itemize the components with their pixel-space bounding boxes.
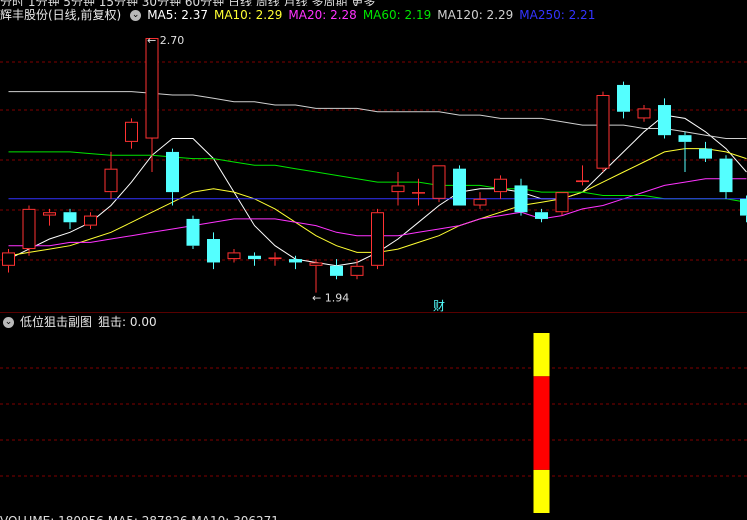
- candle-body: [658, 105, 671, 136]
- indicator-name[interactable]: 低位狙击副图: [20, 315, 92, 329]
- candle: [186, 215, 200, 250]
- candle: [125, 118, 138, 149]
- candle-body: [2, 252, 15, 266]
- sub-chart-grid: [0, 367, 747, 477]
- ma-legend-item: MA5: 2.37: [147, 8, 208, 22]
- ma-legend: MA5: 2.37 MA10: 2.29 MA20: 2.28 MA60: 2.19 M…: [147, 8, 601, 22]
- candle-body: [740, 198, 747, 216]
- candle-body: [63, 212, 77, 223]
- candle-body: [227, 252, 241, 260]
- candle-body: [699, 148, 712, 159]
- indicator-value: 狙击: 0.00: [98, 315, 157, 329]
- candle-body: [145, 38, 159, 139]
- candle: [740, 195, 747, 223]
- candle-body: [43, 212, 56, 216]
- price-annotation: ← 2.70: [147, 34, 184, 47]
- candle-body: [207, 239, 220, 263]
- candle-body: [555, 192, 569, 213]
- ma-legend-item: MA250: 2.21: [519, 8, 596, 22]
- sniper-bar-segment: [533, 376, 550, 470]
- candle-body: [391, 185, 405, 193]
- candle-body: [535, 212, 548, 219]
- candle: [166, 148, 179, 206]
- candle: [494, 175, 507, 199]
- candle-body: [412, 192, 425, 194]
- candle-body: [166, 151, 179, 193]
- stock-title[interactable]: 辉丰股份(日线,前复权): [0, 8, 121, 22]
- chart-canvas: ← 2.70 ← 1.94 财: [0, 34, 747, 513]
- candle: [391, 172, 405, 206]
- main-chart-header: 辉丰股份(日线,前复权) ⌄ MA5: 2.37 MA10: 2.29 MA20: 2.…: [0, 6, 747, 24]
- sniper-indicator-bars: [533, 333, 550, 513]
- candle: [555, 192, 569, 216]
- candle: [596, 91, 610, 173]
- candle-body: [330, 265, 343, 276]
- candle: [22, 205, 36, 256]
- candle: [207, 232, 220, 270]
- ma-legend-item: MA10: 2.29: [213, 8, 283, 22]
- candle-body: [617, 84, 630, 112]
- candle: [2, 249, 15, 273]
- candle-body: [432, 165, 446, 199]
- candle-body: [637, 108, 651, 119]
- candle: [289, 255, 302, 270]
- candle-body: [125, 121, 138, 142]
- candle-body: [289, 259, 302, 263]
- candle-body: [22, 208, 36, 250]
- candle-body: [719, 158, 733, 193]
- candle-body: [104, 168, 118, 193]
- candle: [371, 208, 384, 270]
- finance-marker: 财: [433, 299, 445, 313]
- sniper-bar-segment: [533, 333, 550, 377]
- candle: [719, 155, 733, 199]
- candle: [637, 105, 651, 122]
- candle: [63, 208, 77, 229]
- candlestick-series: [2, 38, 747, 293]
- candle: [309, 259, 323, 293]
- candle: [268, 252, 282, 266]
- candle: [576, 165, 589, 186]
- candle: [535, 208, 548, 223]
- candle-body: [678, 135, 692, 142]
- candle: [453, 165, 466, 206]
- settings-circle-icon[interactable]: ⌄: [130, 10, 142, 21]
- sniper-bar-segment: [533, 469, 550, 513]
- ma-line-ma120: [8, 91, 747, 139]
- ma-legend-item: MA120: 2.29: [437, 8, 514, 22]
- candle-body: [186, 218, 200, 246]
- candle: [330, 259, 343, 280]
- candle-body: [309, 262, 323, 266]
- volume-indicator-bar: VOLUME: 180956 MA5: 287826 MA10: 306271: [0, 514, 747, 520]
- candle: [248, 252, 261, 266]
- candle: [43, 208, 56, 226]
- candle: [84, 212, 97, 229]
- candle: [350, 259, 364, 280]
- sub-chart-header: ⌄ 低位狙击副图 狙击: 0.00: [0, 313, 747, 331]
- candle: [699, 141, 712, 162]
- candle: [678, 131, 692, 173]
- ma-legend-item: MA20: 2.28: [288, 8, 357, 22]
- candle-body: [494, 178, 507, 193]
- candle-body: [514, 185, 528, 213]
- candle: [658, 98, 671, 139]
- candle-body: [453, 168, 466, 206]
- candle: [473, 192, 487, 209]
- candle-body: [371, 212, 384, 266]
- candle-body: [350, 265, 364, 276]
- candle: [617, 81, 630, 119]
- price-annotations: ← 2.70 ← 1.94 财: [147, 34, 445, 313]
- candle-body: [248, 255, 261, 260]
- ma-legend-item: MA60: 2.19: [362, 8, 432, 22]
- candle-body: [84, 215, 97, 226]
- candle-body: [576, 180, 589, 183]
- candle: [514, 178, 528, 216]
- candle: [432, 165, 446, 203]
- price-annotation: ← 1.94: [312, 292, 349, 305]
- candle-body: [473, 198, 487, 206]
- settings-circle-icon[interactable]: ⌄: [3, 317, 14, 328]
- candle: [104, 151, 118, 199]
- candle-body: [596, 94, 610, 169]
- candle-body: [268, 257, 282, 260]
